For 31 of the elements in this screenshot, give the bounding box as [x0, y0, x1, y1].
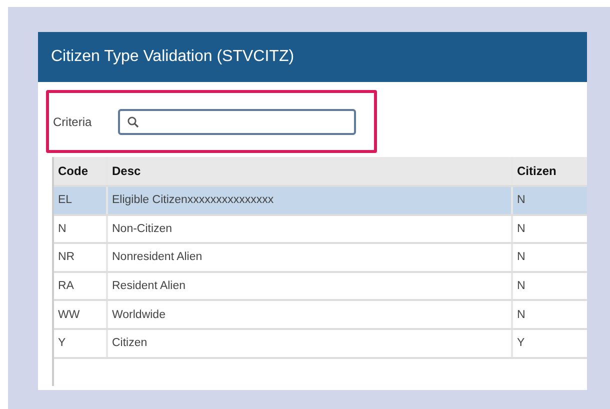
table-cell: Eligible Citizenxxxxxxxxxxxxxxx	[108, 187, 513, 214]
table-row[interactable]: WW Worldwide N	[54, 301, 587, 330]
table-row[interactable]: RA Resident Alien N	[54, 272, 587, 302]
table-row[interactable]: NR Nonresident Alien N	[54, 244, 587, 273]
table-cell: EL	[54, 187, 108, 214]
search-field[interactable]	[118, 108, 356, 134]
table-cell: Resident Alien	[108, 272, 513, 300]
table-cell-text: Y	[516, 336, 526, 352]
table-cell: Non-Citizen	[108, 216, 513, 242]
table-cell: Citizen	[108, 330, 513, 357]
table-cell-text: N	[516, 308, 526, 323]
table-cell: RA	[54, 272, 108, 300]
search-icon	[126, 116, 139, 128]
table-cell: WW	[54, 301, 108, 328]
table-cell: N	[54, 216, 108, 242]
table-cell-text: N	[516, 279, 526, 294]
column-header[interactable]: Desc	[108, 157, 513, 185]
table-row[interactable]: EL Eligible Citizenxxxxxxxxxxxxxxx N	[54, 187, 587, 216]
table-cell-text: N	[516, 222, 526, 237]
criteria-label: Criteria	[53, 114, 92, 128]
column-header[interactable]: Citizen	[513, 157, 587, 185]
table-row[interactable]: Y Citizen Y	[54, 330, 587, 359]
table-cell: NR	[54, 244, 108, 271]
table-cell-text: N	[516, 250, 526, 266]
column-header[interactable]: Code	[54, 157, 108, 185]
table-row[interactable]: N Non-Citizen N	[54, 216, 587, 244]
table-cell: Y	[54, 330, 108, 357]
table-cell-text: N	[516, 193, 526, 208]
table-cell: Worldwide	[108, 301, 513, 328]
table-cell: Nonresident Alien	[108, 244, 513, 271]
window-title: Citizen Type Validation (STVCITZ)	[51, 48, 294, 66]
